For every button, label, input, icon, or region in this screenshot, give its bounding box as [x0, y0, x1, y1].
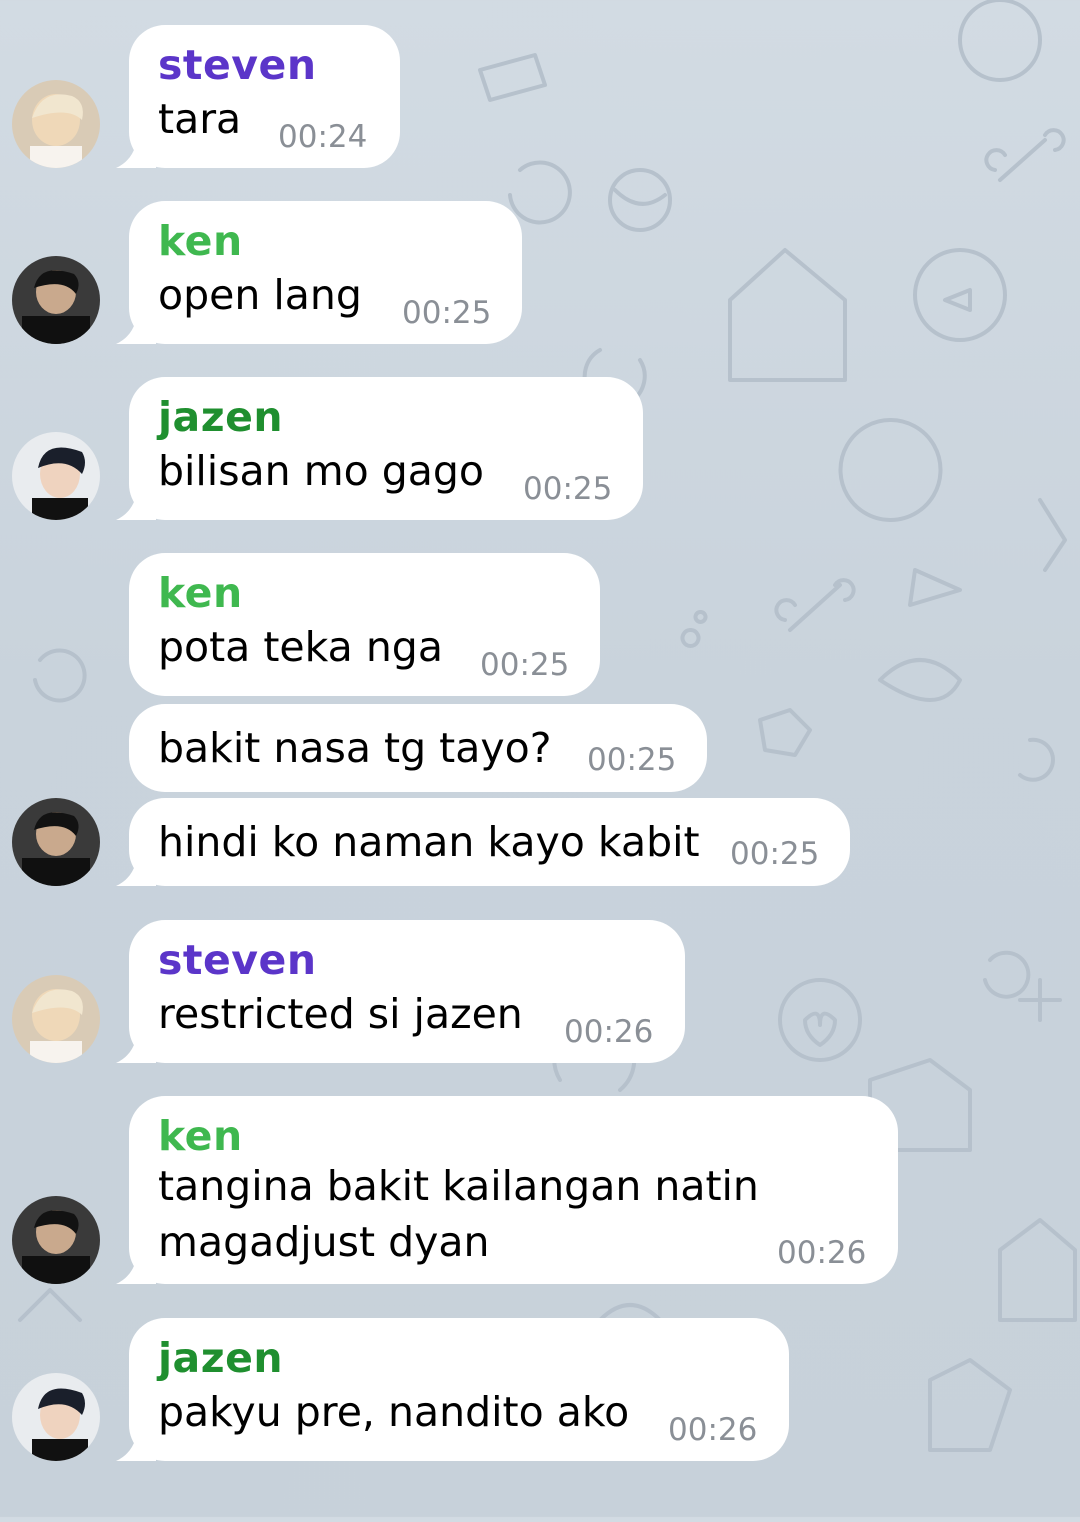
jazen-avatar[interactable] — [12, 432, 100, 520]
sender-name[interactable]: jazen — [158, 1334, 283, 1382]
message-bubble[interactable]: jazen pakyu pre, nandito ako 00:26 — [129, 1318, 789, 1461]
ken-avatar[interactable] — [12, 256, 100, 344]
message-bubble[interactable]: ken tangina bakit kailangan natin magadj… — [129, 1096, 898, 1284]
sender-name[interactable]: steven — [158, 936, 317, 984]
message-bubble[interactable]: hindi ko naman kayo kabit 00:25 — [129, 798, 850, 886]
message-bubble[interactable]: steven restricted si jazen 00:26 — [129, 920, 685, 1063]
message-text-line-2: magadjust dyan — [158, 1218, 490, 1266]
message-text: open lang — [158, 271, 362, 319]
message-text: pakyu pre, nandito ako — [158, 1388, 630, 1436]
message-text: bakit nasa tg tayo? — [158, 724, 552, 772]
message-bubble[interactable]: steven tara 00:24 — [129, 25, 400, 168]
message-text-line-1: tangina bakit kailangan natin — [158, 1162, 759, 1210]
ken-avatar[interactable] — [12, 798, 100, 886]
sender-name[interactable]: ken — [158, 569, 243, 617]
message-text: restricted si jazen — [158, 990, 523, 1038]
message-bubble[interactable]: ken open lang 00:25 — [129, 201, 522, 344]
sender-name[interactable]: ken — [158, 217, 243, 265]
message-text: bilisan mo gago — [158, 447, 485, 495]
message-time: 00:25 — [523, 471, 613, 507]
message-time: 00:24 — [278, 119, 368, 155]
ken-avatar[interactable] — [12, 1196, 100, 1284]
jazen-avatar[interactable] — [12, 1373, 100, 1461]
steven-avatar[interactable] — [12, 80, 100, 168]
steven-avatar[interactable] — [12, 975, 100, 1063]
message-time: 00:26 — [668, 1412, 758, 1448]
sender-name[interactable]: jazen — [158, 393, 283, 441]
message-bubble[interactable]: bakit nasa tg tayo? 00:25 — [129, 704, 707, 792]
sender-name[interactable]: ken — [158, 1112, 243, 1160]
message-time: 00:25 — [587, 742, 677, 778]
message-time: 00:25 — [480, 647, 570, 683]
message-time: 00:25 — [402, 295, 492, 331]
message-bubble[interactable]: jazen bilisan mo gago 00:25 — [129, 377, 643, 520]
message-bubble[interactable]: ken pota teka nga 00:25 — [129, 553, 600, 696]
message-text: hindi ko naman kayo kabit — [158, 818, 700, 866]
message-text: pota teka nga — [158, 623, 443, 671]
message-text: tara — [158, 95, 242, 143]
message-time: 00:26 — [777, 1235, 867, 1271]
sender-name[interactable]: steven — [158, 41, 317, 89]
message-time: 00:25 — [730, 836, 820, 872]
message-time: 00:26 — [564, 1014, 654, 1050]
